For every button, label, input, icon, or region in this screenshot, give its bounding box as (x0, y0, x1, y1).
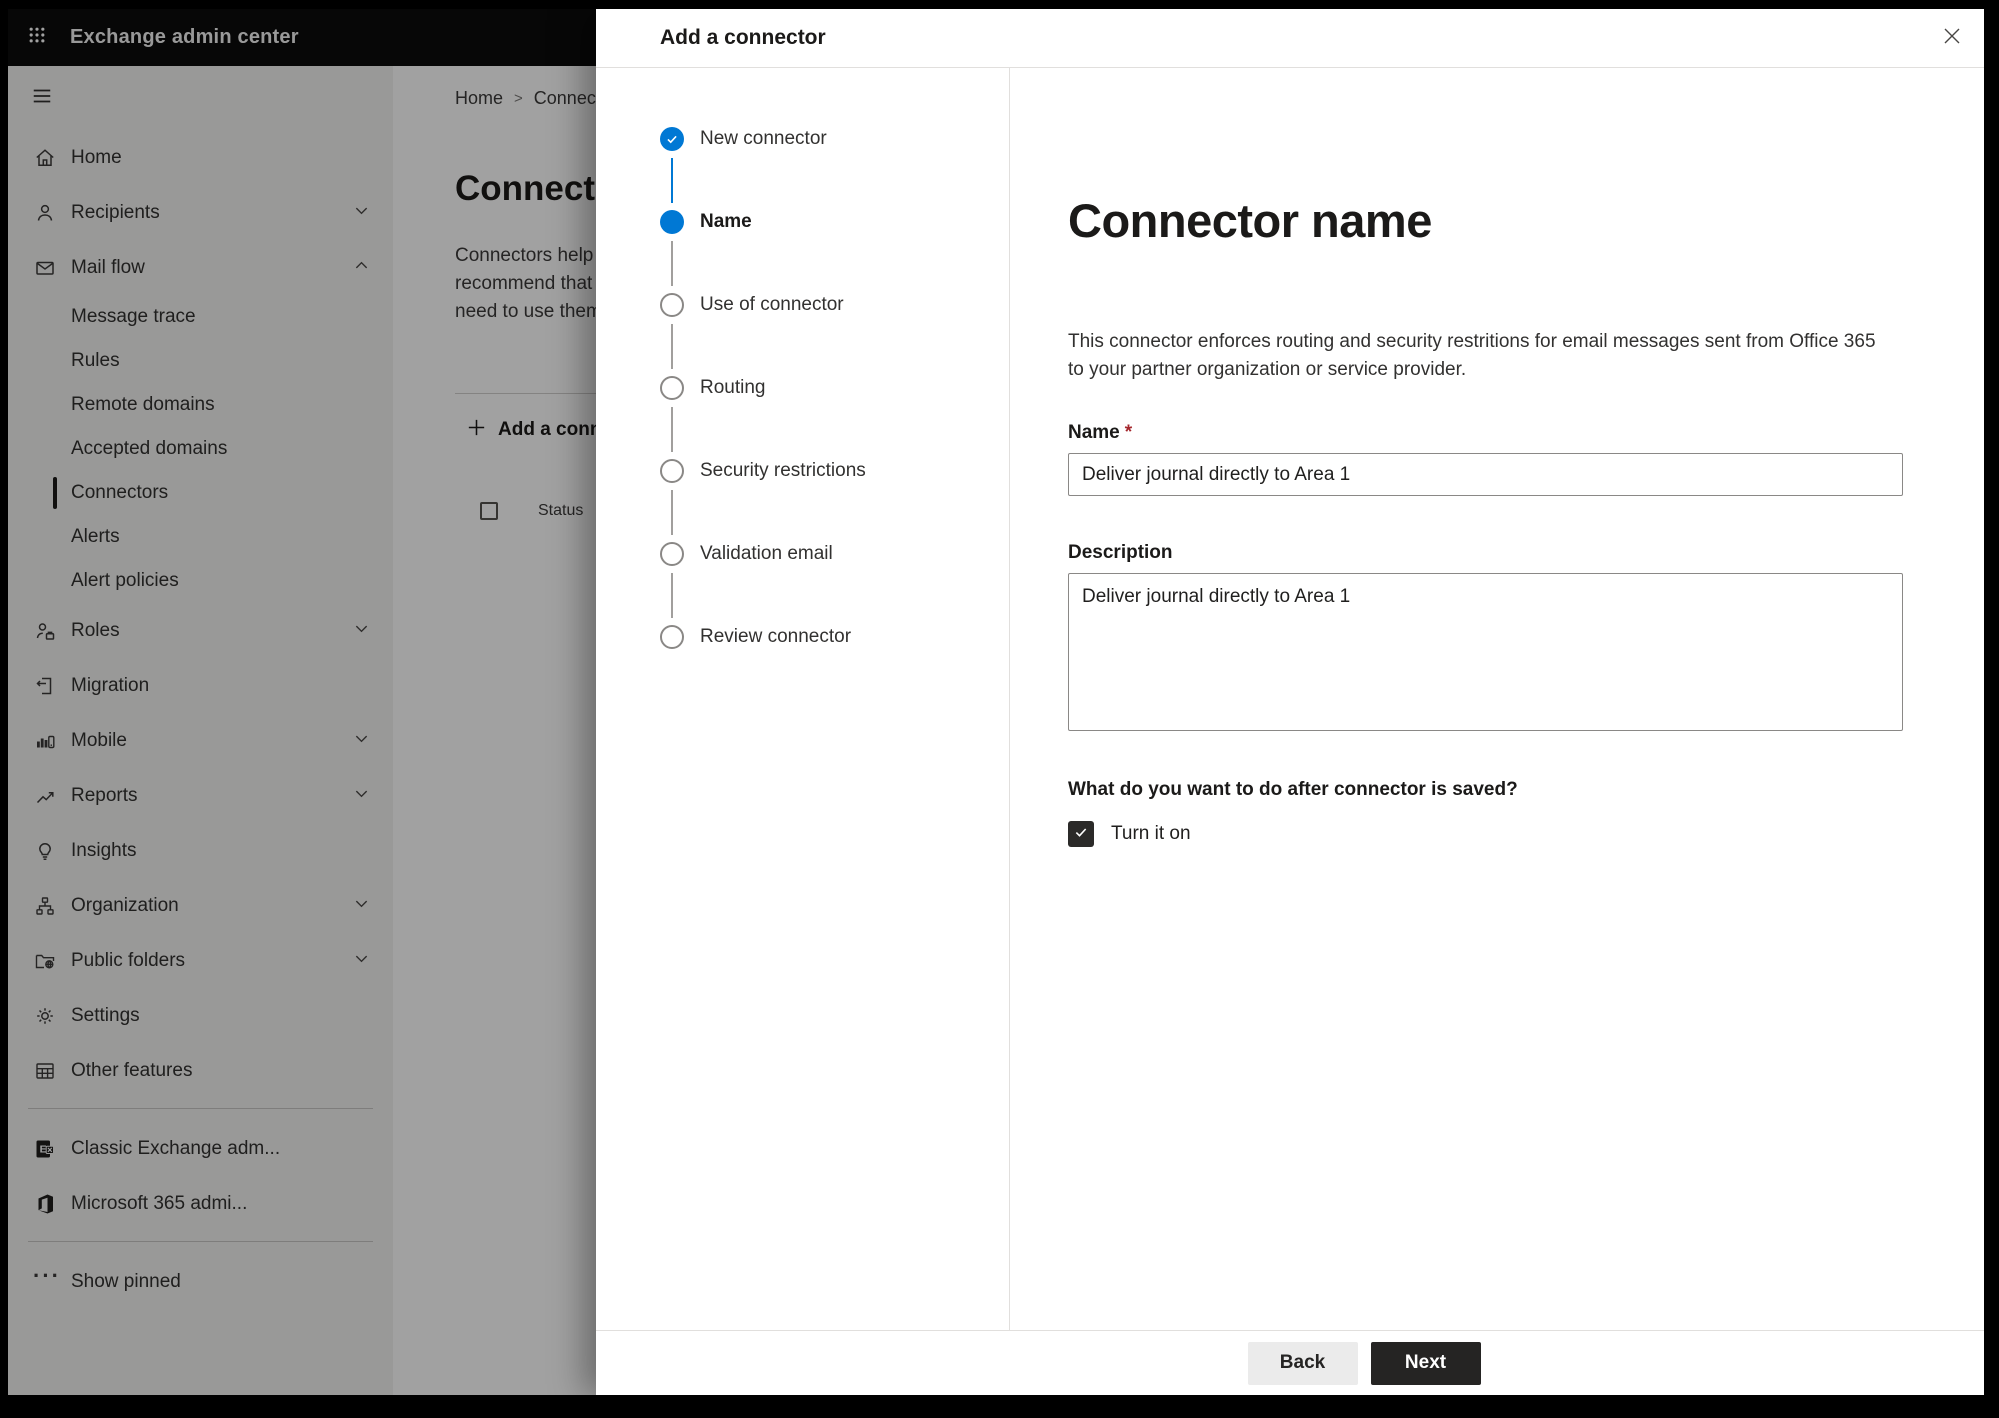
step-upcoming-icon (660, 376, 684, 400)
checkmark-icon (1073, 824, 1089, 845)
next-button[interactable]: Next (1370, 1341, 1481, 1385)
dialog-header: Add a connector (596, 9, 1984, 68)
step-upcoming-icon (660, 542, 684, 566)
content-intro: This connector enforces routing and secu… (1068, 331, 1876, 380)
required-asterisk: * (1124, 422, 1133, 443)
after-save-question: What do you want to do after connector i… (1068, 779, 1518, 800)
wizard-steps: New connector Name Use of connector Rout… (596, 68, 1010, 1330)
step-upcoming-icon (660, 625, 684, 649)
back-button[interactable]: Back (1247, 1341, 1358, 1385)
step-routing[interactable]: Routing (660, 376, 1009, 400)
turn-it-on-row: Turn it on (1068, 821, 1984, 847)
add-connector-dialog: Add a connector New connector Name Use o… (596, 9, 1984, 1395)
step-upcoming-icon (660, 459, 684, 483)
screenshot-frame: Exchange admin center Home Recipients Ma… (0, 0, 1999, 1418)
turn-it-on-label: Turn it on (1111, 823, 1191, 844)
dialog-title: Add a connector (660, 26, 826, 49)
step-use-of-connector[interactable]: Use of connector (660, 293, 1009, 317)
dialog-footer: Back Next (596, 1330, 1984, 1395)
step-new-connector[interactable]: New connector (660, 127, 1009, 151)
step-security-restrictions[interactable]: Security restrictions (660, 459, 1009, 483)
close-button[interactable] (1933, 19, 1971, 57)
step-connector-line (671, 407, 673, 452)
step-upcoming-icon (660, 293, 684, 317)
step-connector-line (671, 241, 673, 286)
close-icon (1940, 24, 1964, 53)
description-input[interactable]: Deliver journal directly to Area 1 (1068, 573, 1903, 731)
description-label: Description (1068, 542, 1173, 563)
content-heading: Connector name (1068, 194, 1432, 247)
name-label: Name * (1068, 422, 1133, 443)
wizard-content: Connector name This connector enforces r… (1010, 68, 1984, 1330)
turn-it-on-checkbox[interactable] (1068, 821, 1094, 847)
step-validation-email[interactable]: Validation email (660, 542, 1009, 566)
step-connector-line (671, 573, 673, 618)
step-completed-icon (660, 127, 684, 151)
step-name[interactable]: Name (660, 210, 1009, 234)
dialog-body: New connector Name Use of connector Rout… (596, 68, 1984, 1330)
step-connector-line (671, 324, 673, 369)
name-input[interactable] (1068, 453, 1903, 496)
step-review-connector[interactable]: Review connector (660, 625, 1009, 649)
step-connector-line (671, 490, 673, 535)
step-connector-line (671, 158, 673, 203)
step-current-icon (660, 210, 684, 234)
app-window: Exchange admin center Home Recipients Ma… (8, 9, 1984, 1395)
